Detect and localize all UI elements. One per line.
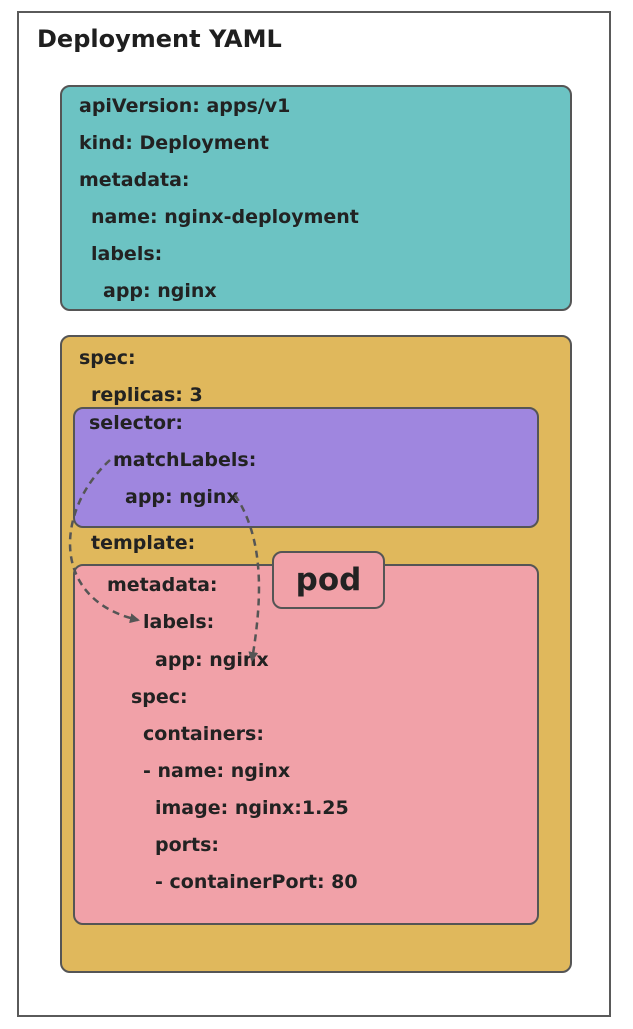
template-app-line: app: nginx [155,649,269,671]
kind-line: kind: Deployment [79,132,269,154]
template-metadata-line: metadata: [107,574,218,596]
diagram-title: Deployment YAML [37,25,282,53]
match-labels-line: matchLabels: [113,449,257,471]
spec-line: spec: [79,347,136,369]
app-label-line: app: nginx [103,280,217,302]
name-line: name: nginx-deployment [91,206,359,228]
selector-line: selector: [89,412,183,434]
replicas-line: replicas: 3 [91,384,203,406]
image-line: image: nginx:1.25 [155,797,349,819]
container-name-line: - name: nginx [143,760,291,782]
api-version-line: apiVersion: apps/v1 [79,95,291,117]
template-spec-line: spec: [131,686,188,708]
metadata-line: metadata: [79,169,190,191]
metadata-box [60,85,572,311]
template-line: template: [91,532,196,554]
template-labels-line: labels: [143,611,215,633]
pod-tag: pod [272,551,385,609]
labels-line: labels: [91,243,163,265]
containers-line: containers: [143,723,264,745]
container-port-line: - containerPort: 80 [155,871,358,893]
ports-line: ports: [155,834,220,856]
selector-app-line: app: nginx [125,486,239,508]
